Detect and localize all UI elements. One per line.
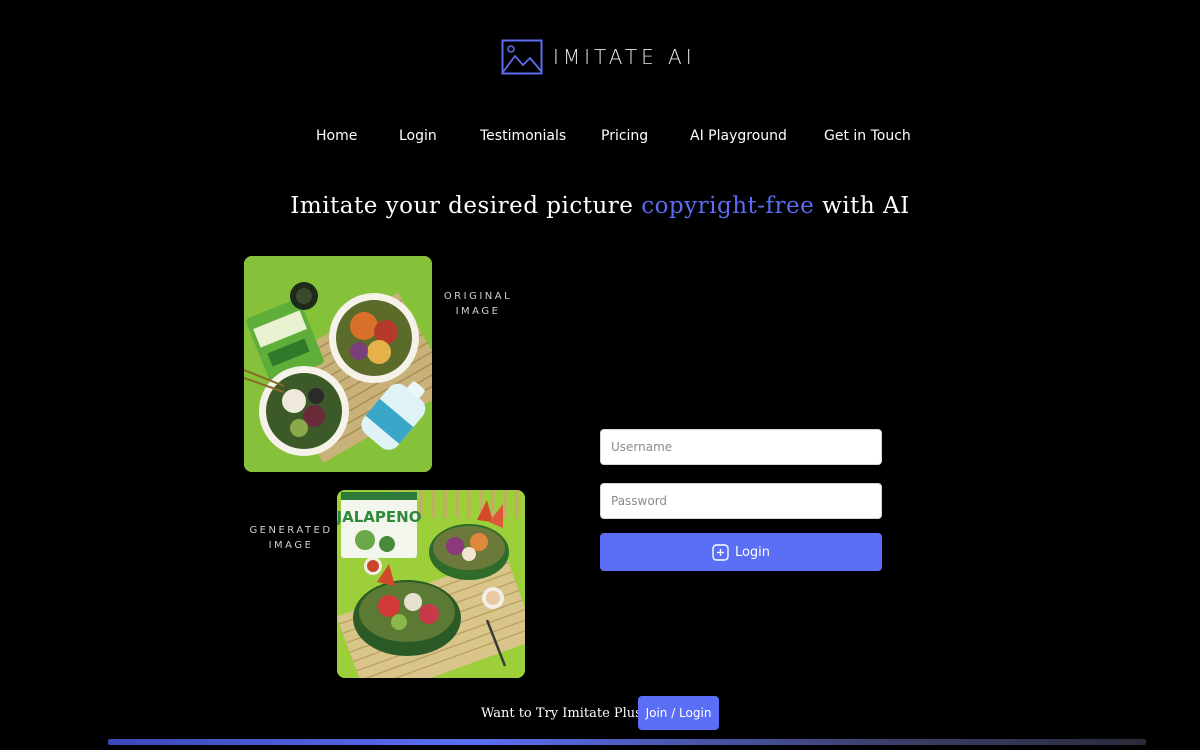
bag-label: JALAPENO [337,508,421,526]
headline-accent: copyright-free [641,193,815,219]
plus-square-icon [712,543,729,561]
generated-image-caption: GENERATED IMAGE [249,525,333,551]
nav-get-in-touch[interactable]: Get in Touch [824,128,911,144]
login-button-label: Login [734,544,771,560]
password-input[interactable] [600,483,882,519]
username-input[interactable] [600,429,882,465]
nav-pricing[interactable]: Pricing [601,128,648,144]
nav-testimonials[interactable]: Testimonials [480,128,566,144]
brand-name: IMITATE AI [553,45,696,69]
nav-home[interactable]: Home [316,128,357,144]
main-nav: Home Login Testimonials Pricing AI Playg… [0,128,1200,150]
headline-part-2: with AI [822,193,910,219]
original-image [244,256,432,472]
cta-text: Want to Try Imitate Plus? [481,706,649,721]
generated-image: JALAPENO [337,490,525,678]
headline-part-1: Imitate your desired picture [290,193,634,219]
nav-ai-playground[interactable]: AI Playground [690,128,787,144]
mountain-image-icon [501,39,543,75]
original-image-caption: ORIGINAL IMAGE [443,291,513,317]
join-login-button[interactable]: Join / Login [638,696,719,730]
nav-login[interactable]: Login [399,128,437,144]
login-button[interactable]: Login [600,533,882,571]
bottom-accent-bar [108,739,1146,745]
hero-headline: Imitate your desired picture copyright-f… [0,193,1200,219]
brand-logo[interactable]: IMITATE AI [501,39,696,75]
